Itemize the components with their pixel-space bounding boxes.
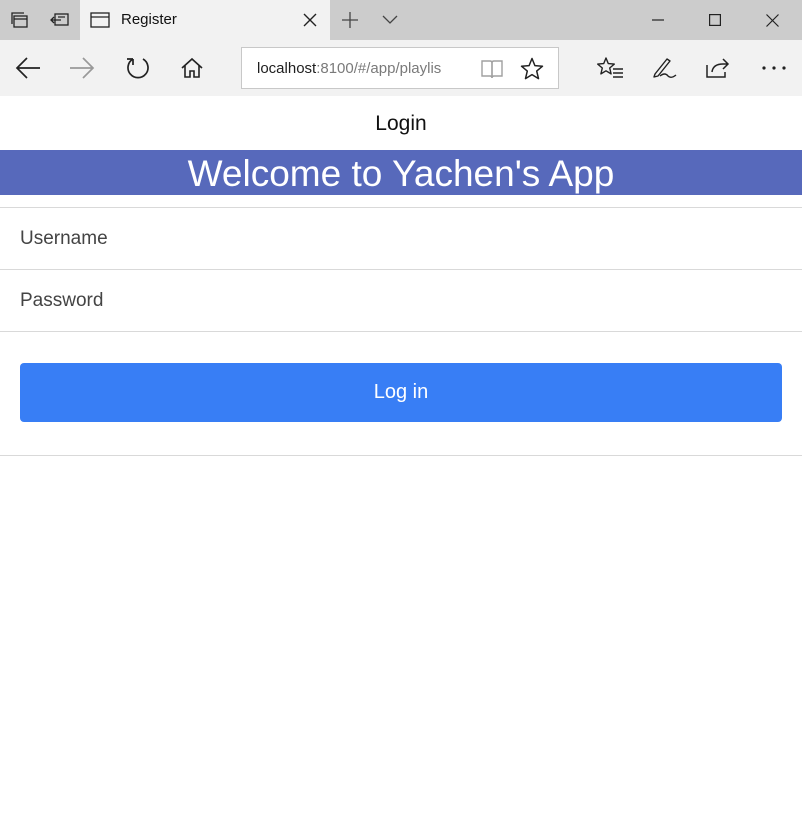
address-path: :8100/#/app/playlis bbox=[316, 60, 442, 77]
login-button[interactable]: Log in bbox=[20, 363, 782, 422]
tab-manager-icon[interactable] bbox=[0, 0, 40, 40]
forward-arrow-icon[interactable] bbox=[62, 48, 102, 88]
page-title: Login bbox=[375, 112, 427, 135]
browser-tab-strip: Register bbox=[0, 0, 802, 40]
pen-icon[interactable] bbox=[644, 48, 684, 88]
close-icon[interactable] bbox=[298, 8, 322, 32]
welcome-banner: Welcome to Yachen's App bbox=[0, 150, 802, 195]
login-button-area: Log in bbox=[0, 331, 802, 456]
plus-icon[interactable] bbox=[330, 0, 370, 40]
favorites-list-icon[interactable] bbox=[590, 48, 630, 88]
tab-title: Register bbox=[121, 11, 177, 28]
password-field[interactable] bbox=[0, 270, 802, 331]
password-item bbox=[0, 270, 802, 332]
set-aside-tabs-icon[interactable] bbox=[40, 0, 80, 40]
username-item bbox=[0, 208, 802, 270]
close-icon[interactable] bbox=[749, 0, 795, 40]
star-icon[interactable] bbox=[520, 57, 544, 86]
tab-register[interactable]: Register bbox=[80, 0, 330, 40]
home-icon[interactable] bbox=[172, 48, 212, 88]
browser-nav-bar: localhost:8100/#/app/playlis bbox=[0, 40, 802, 96]
username-field[interactable] bbox=[0, 208, 802, 269]
app-header: Login bbox=[0, 96, 802, 150]
address-url[interactable]: localhost:8100/#/app/playlis bbox=[257, 60, 459, 77]
tab-page-icon bbox=[90, 11, 110, 34]
back-arrow-icon[interactable] bbox=[8, 48, 48, 88]
address-bar[interactable]: localhost:8100/#/app/playlis bbox=[241, 47, 559, 89]
refresh-icon[interactable] bbox=[118, 48, 158, 88]
book-icon[interactable] bbox=[480, 58, 504, 85]
welcome-text: Welcome to Yachen's App bbox=[187, 153, 615, 194]
share-icon[interactable] bbox=[698, 48, 738, 88]
chevron-down-icon[interactable] bbox=[370, 0, 410, 40]
minimize-icon[interactable] bbox=[635, 0, 681, 40]
more-icon[interactable] bbox=[754, 48, 794, 88]
login-form bbox=[0, 207, 802, 332]
address-host: localhost bbox=[257, 60, 317, 77]
maximize-icon[interactable] bbox=[692, 0, 738, 40]
